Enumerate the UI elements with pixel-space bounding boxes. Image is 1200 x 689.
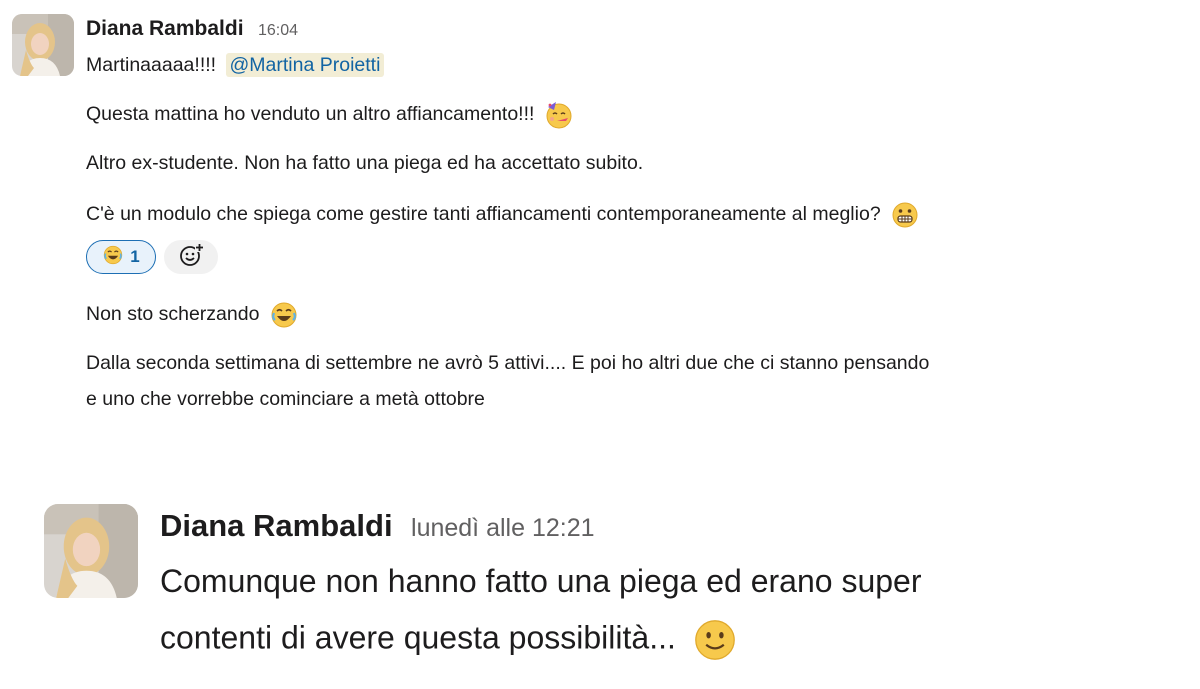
- user-mention[interactable]: @Martina Proietti: [225, 53, 385, 77]
- message-line: Dalla seconda settimana di settembre ne …: [86, 350, 929, 376]
- message-line: e uno che vorrebbe cominciare a metà ott…: [86, 386, 485, 412]
- grimacing-face-icon: [890, 200, 920, 230]
- message-line: C'è un modulo che spiega come gestire ta…: [86, 200, 920, 230]
- message-text: e uno che vorrebbe cominciare a metà ott…: [86, 388, 485, 410]
- avatar[interactable]: [12, 14, 74, 76]
- message-header: Diana Rambaldi 16:04: [86, 12, 1186, 46]
- reaction-count: 1: [130, 247, 140, 266]
- reaction-pill[interactable]: 1: [86, 240, 156, 274]
- message-text: contenti di avere questa possibilità...: [160, 619, 676, 656]
- message-text: Comunque non hanno fatto una piega ed er…: [160, 563, 922, 599]
- slightly-smiling-face-icon: [691, 616, 739, 664]
- message-line: Comunque non hanno fatto una piega ed er…: [160, 560, 921, 602]
- add-reaction-icon: [178, 242, 204, 273]
- avatar[interactable]: [44, 504, 138, 598]
- author-name[interactable]: Diana Rambaldi: [160, 508, 393, 543]
- message-text: Martinaaaaa!!!!: [86, 54, 217, 76]
- message-header: Diana Rambaldi lunedì alle 12:21: [160, 502, 1180, 550]
- timestamp[interactable]: 16:04: [258, 22, 298, 39]
- joy-icon: [102, 244, 124, 271]
- message-line: Altro ex-studente. Non ha fatto una pieg…: [86, 150, 643, 176]
- chat-screenshot: Diana Rambaldi 16:04 Martinaaaaa!!!! @Ma…: [0, 0, 1200, 689]
- joy-icon: [269, 300, 299, 330]
- partying-face-icon: [544, 100, 574, 130]
- message-text: Dalla seconda settimana di settembre ne …: [86, 352, 930, 374]
- message-body: Diana Rambaldi 16:04 Martinaaaaa!!!! @Ma…: [86, 12, 1186, 410]
- message-line: Martinaaaaa!!!! @Martina Proietti: [86, 52, 385, 78]
- timestamp[interactable]: lunedì alle 12:21: [411, 514, 594, 542]
- message-text: Non sto scherzando: [86, 303, 260, 326]
- message-text: Questa mattina ho venduto un altro affia…: [86, 103, 535, 126]
- message-line: Questa mattina ho venduto un altro affia…: [86, 100, 574, 130]
- message-text: Altro ex-studente. Non ha fatto una pieg…: [86, 152, 644, 174]
- message-line: contenti di avere questa possibilità...: [160, 616, 739, 664]
- add-reaction-button[interactable]: [164, 240, 218, 274]
- author-name[interactable]: Diana Rambaldi: [86, 17, 244, 40]
- message-body: Diana Rambaldi lunedì alle 12:21 Comunqu…: [160, 502, 1180, 660]
- message-line: Non sto scherzando: [86, 300, 299, 330]
- message-text: C'è un modulo che spiega come gestire ta…: [86, 203, 881, 226]
